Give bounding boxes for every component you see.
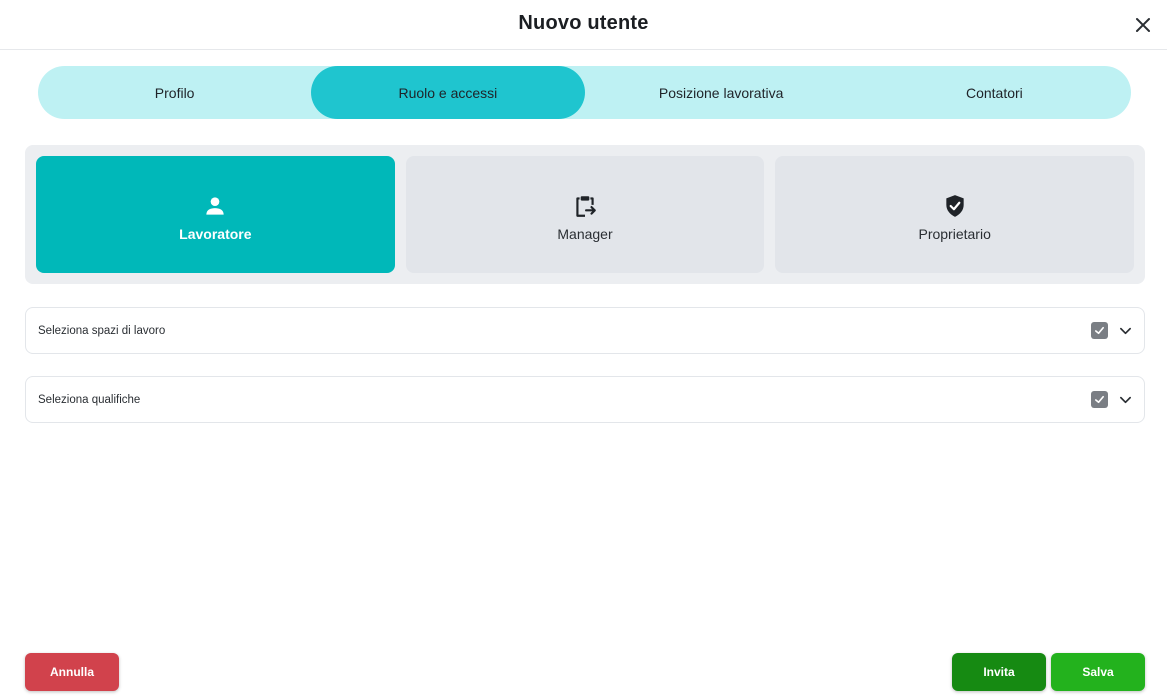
role-selector: Lavoratore Manager Proprietario (25, 145, 1145, 284)
select-label: Seleziona spazi di lavoro (38, 324, 166, 337)
save-button[interactable]: Salva (1051, 653, 1145, 691)
invite-button[interactable]: Invita (952, 653, 1046, 691)
tab-ruolo-e-accessi[interactable]: Ruolo e accessi (311, 66, 585, 119)
close-icon (1136, 18, 1150, 32)
tab-contatori[interactable]: Contatori (858, 66, 1131, 119)
qualifications-select[interactable]: Seleziona qualifiche (25, 376, 1145, 423)
select-all-checkbox[interactable] (1091, 322, 1108, 339)
close-button[interactable] (1131, 13, 1155, 37)
tab-posizione-lavorativa[interactable]: Posizione lavorativa (585, 66, 858, 119)
tab-bar: Profilo Ruolo e accessi Posizione lavora… (38, 66, 1131, 119)
shield-check-icon (941, 192, 969, 220)
select-all-checkbox[interactable] (1091, 391, 1108, 408)
role-card-manager[interactable]: Manager (405, 156, 765, 273)
clipboard-transfer-icon (571, 192, 599, 220)
select-label: Seleziona qualifiche (38, 393, 141, 406)
dialog-header: Nuovo utente (0, 0, 1167, 50)
chevron-down-icon[interactable] (1118, 324, 1132, 338)
role-label: Lavoratore (179, 225, 252, 242)
role-card-proprietario[interactable]: Proprietario (775, 156, 1135, 273)
person-icon (201, 192, 229, 220)
role-label: Proprietario (918, 225, 991, 242)
cancel-button[interactable]: Annulla (25, 653, 119, 691)
tab-profilo[interactable]: Profilo (38, 66, 311, 119)
dialog-title: Nuovo utente (518, 12, 649, 34)
check-icon (1095, 395, 1104, 404)
role-label: Manager (557, 225, 613, 242)
workspaces-select[interactable]: Seleziona spazi di lavoro (25, 307, 1145, 354)
role-card-lavoratore[interactable]: Lavoratore (36, 156, 395, 273)
check-icon (1095, 326, 1104, 335)
chevron-down-icon[interactable] (1118, 393, 1132, 407)
